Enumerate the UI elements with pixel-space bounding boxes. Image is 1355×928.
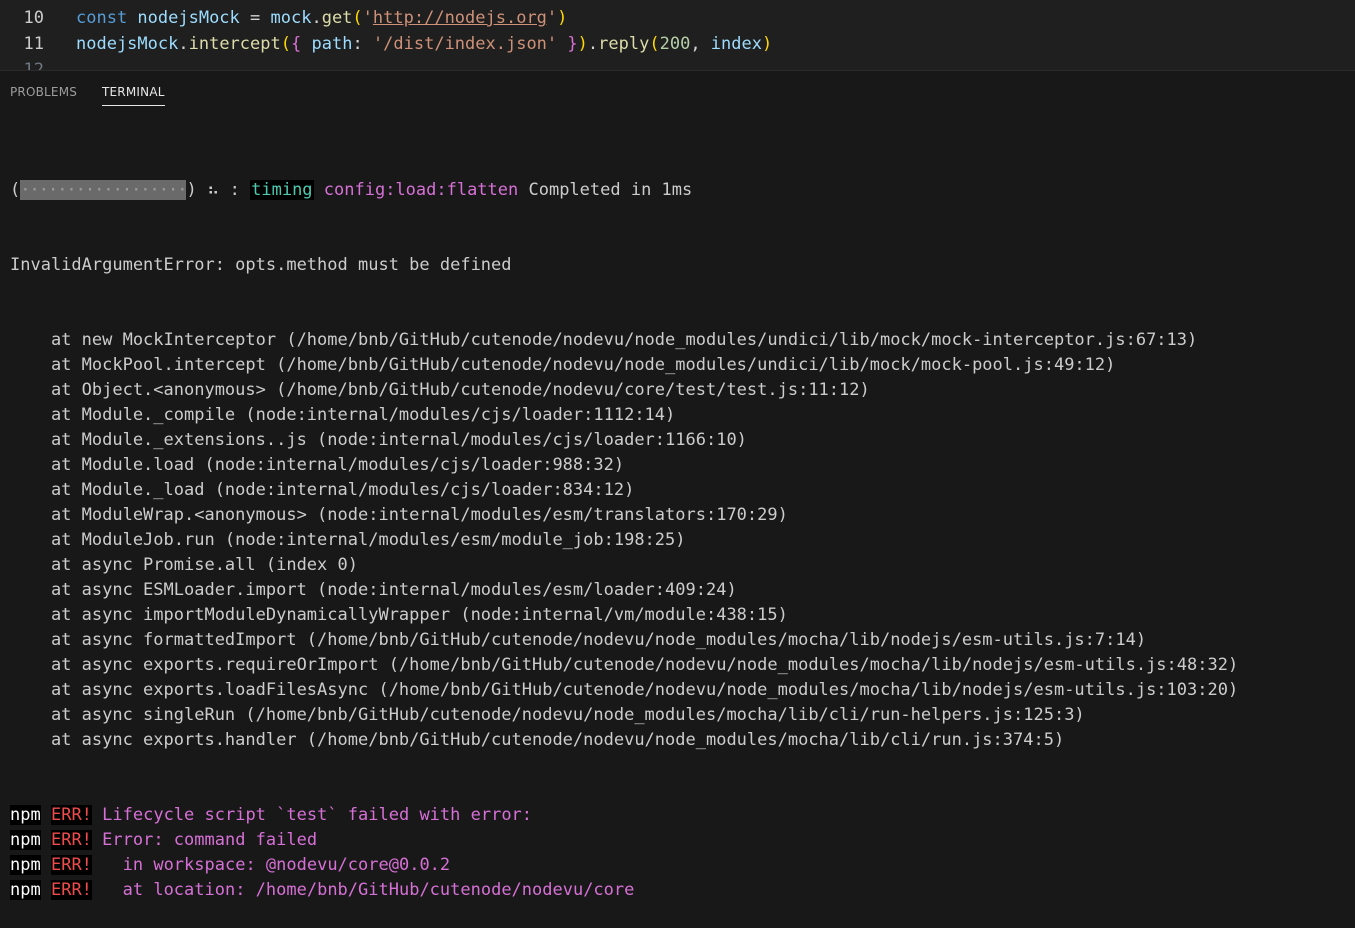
code-line: 10 const nodejsMock = mock.get('http://no… [0,5,1355,31]
stack-frame: at ModuleJob.run (node:internal/modules/… [10,530,686,550]
code-token: ) [577,34,588,54]
stack-frame: at ModuleWrap.<anonymous> (node:internal… [10,505,788,525]
timing-message: Completed in 1ms [518,180,693,200]
stack-frame: at Module._extensions..js (node:internal… [10,430,747,450]
code-text: const nodejsMock = mock.get('http://node… [76,5,567,31]
code-token: . [178,34,189,54]
stack-frame: at async importModuleDynamicallyWrapper … [10,605,788,625]
code-token: { [290,34,302,54]
code-editor[interactable]: 10 const nodejsMock = mock.get('http://no… [0,0,1355,71]
npm-error-message: Error: command failed [91,830,318,850]
code-token: ) [557,8,568,28]
error-header: InvalidArgumentError: opts.method must b… [10,255,512,275]
err-badge: ERR! [50,830,92,850]
code-token: 200 [659,34,691,54]
tab-terminal[interactable]: TERMINAL [102,85,165,106]
close-paren: ) [186,180,197,200]
code-token: path [311,34,353,54]
timing-label: timing [250,180,314,200]
stack-frame: at async Promise.all (index 0) [10,555,358,575]
stack-frame: at async exports.handler (/home/bnb/GitH… [10,730,1065,750]
stack-frame: at new MockInterceptor (/home/bnb/GitHub… [10,330,1198,350]
open-paren: ( [10,180,21,200]
code-token: : [352,34,373,54]
stack-frame: at Module._load (node:internal/modules/c… [10,480,635,500]
timing-line: (··················) ⠦ : timing config:l… [10,178,1350,203]
line-number: 12 [23,60,44,71]
code-token: reply [598,34,650,54]
code-token: nodejsMock [76,34,179,54]
npm-label: npm [10,855,41,875]
code-token: http://nodejs.org [372,8,547,28]
code-token: ( [280,34,291,54]
npm-error-line: npm ERR! in workspace: @nodevu/core@0.0.… [10,853,1350,878]
spinner: ⠦ : [196,180,251,200]
code-token: nodejsMock [137,8,240,28]
code-token: . [311,8,322,28]
code-token: index [710,34,762,54]
stack-frame: at async singleRun (/home/bnb/GitHub/cut… [10,705,1085,725]
line-number: 10 [23,8,44,28]
stack-frame: at Object.<anonymous> (/home/bnb/GitHub/… [10,380,870,400]
npm-error-block: npm ERR! Lifecycle script `test` failed … [10,803,1350,903]
stack-frame: at async ESMLoader.import (node:internal… [10,580,737,600]
code-token: mock [270,8,312,28]
stack-frame: at async formattedImport (/home/bnb/GitH… [10,630,1147,650]
stack-trace: at new MockInterceptor (/home/bnb/GitHub… [10,328,1350,753]
code-token: ' [546,8,558,28]
err-badge: ERR! [50,880,92,900]
code-token: const [76,8,138,28]
tab-problems[interactable]: PROBLEMS [10,85,77,99]
redacted-text: ·················· [20,180,187,200]
npm-error-line: npm ERR! Error: command failed [10,828,1350,853]
code-token: } [567,34,578,54]
code-token: = [239,8,271,28]
code-line: 11 nodejsMock.intercept({ path: '/dist/in… [0,31,1355,57]
line-number: 11 [23,34,44,54]
npm-label: npm [10,880,41,900]
panel-tab-bar: PROBLEMS TERMINAL [0,71,1355,111]
npm-error-message: in workspace: @nodevu/core@0.0.2 [91,855,451,875]
code-token: intercept [188,34,281,54]
config-label: config:load:flatten [313,180,519,200]
err-badge: ERR! [50,805,92,825]
code-token: ' [362,8,373,28]
npm-error-message: at location: /home/bnb/GitHub/cutenode/n… [91,880,635,900]
stack-frame: at async exports.loadFilesAsync (/home/b… [10,680,1239,700]
code-token: . [587,34,599,54]
code-text: nodejsMock.intercept({ path: '/dist/inde… [76,31,772,57]
stack-frame: at Module._compile (node:internal/module… [10,405,676,425]
stack-frame: at async exports.requireOrImport (/home/… [10,655,1239,675]
code-token: '/dist/index.json' [372,34,558,54]
code-token: ( [352,8,363,28]
code-token: ) [761,34,773,54]
terminal-output[interactable]: (··················) ⠦ : timing config:l… [10,128,1350,928]
npm-error-line: npm ERR! Lifecycle script `test` failed … [10,803,1350,828]
code-token: , [690,34,711,54]
err-badge: ERR! [50,855,92,875]
code-token: ( [649,34,660,54]
code-line: 12 [0,57,1355,71]
code-token: get [321,8,353,28]
npm-error-line: npm ERR! at location: /home/bnb/GitHub/c… [10,878,1350,903]
npm-label: npm [10,830,41,850]
stack-frame: at MockPool.intercept (/home/bnb/GitHub/… [10,355,1116,375]
npm-label: npm [10,805,41,825]
npm-error-message: Lifecycle script `test` failed with erro… [91,805,533,825]
stack-frame: at Module.load (node:internal/modules/cj… [10,455,625,475]
